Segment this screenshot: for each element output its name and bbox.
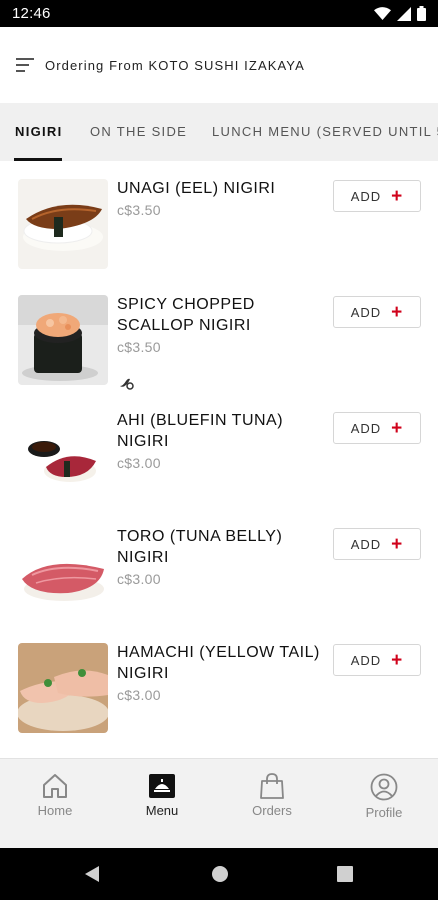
item-image-ahi bbox=[18, 411, 108, 501]
header: Ordering From KOTO SUSHI IZAKAYA bbox=[0, 27, 438, 103]
item-price: c$3.50 bbox=[117, 339, 161, 355]
item-name: UNAGI (EEL) NIGIRI bbox=[117, 180, 276, 197]
spicy-chili-icon bbox=[120, 378, 134, 390]
item-price: c$3.00 bbox=[117, 687, 161, 703]
nav-label: Profile bbox=[365, 805, 403, 820]
recents-icon[interactable] bbox=[337, 866, 353, 882]
item-name: TORO (TUNA BELLY) NIGIRI bbox=[117, 528, 283, 566]
nav-orders[interactable]: Orders bbox=[217, 759, 327, 849]
item-image-toro bbox=[18, 527, 108, 617]
menu-icon bbox=[149, 774, 175, 798]
tab-on-the-side[interactable]: ON THE SIDE bbox=[90, 103, 187, 161]
plus-icon: + bbox=[391, 417, 404, 439]
add-label: ADD bbox=[350, 420, 382, 436]
add-button[interactable]: ADD + bbox=[333, 644, 421, 676]
tab-lunch-menu[interactable]: LUNCH MENU (SERVED UNTIL 5 bbox=[212, 103, 438, 161]
home-circle-icon[interactable] bbox=[211, 865, 229, 883]
status-icons bbox=[374, 6, 426, 21]
add-label: ADD bbox=[350, 304, 382, 320]
item-image-hamachi bbox=[18, 643, 108, 733]
menu-item-list: UNAGI (EEL) NIGIRI c$3.50 ADD + SPICY CH… bbox=[0, 161, 438, 758]
status-time: 12:46 bbox=[12, 5, 51, 22]
plus-icon: + bbox=[391, 649, 404, 671]
bottom-navigation: Home Menu Orders Profile bbox=[0, 758, 438, 848]
item-name: AHI (BLUEFIN TUNA) NIGIRI bbox=[117, 412, 284, 450]
plus-icon: + bbox=[391, 301, 404, 323]
shopping-bag-icon bbox=[260, 773, 284, 799]
system-navigation-bar bbox=[0, 848, 438, 900]
add-label: ADD bbox=[350, 188, 382, 204]
menu-item[interactable]: HAMACHI (YELLOW TAIL) NIGIRI c$3.00 ADD … bbox=[0, 625, 438, 741]
add-button[interactable]: ADD + bbox=[333, 528, 421, 560]
wifi-icon bbox=[374, 7, 391, 20]
item-name: SPICY CHOPPED SCALLOP NIGIRI bbox=[117, 296, 255, 334]
item-image-unagi bbox=[18, 179, 108, 269]
battery-icon bbox=[417, 6, 426, 21]
menu-item[interactable]: UNAGI (EEL) NIGIRI c$3.50 ADD + bbox=[0, 161, 438, 277]
item-price: c$3.00 bbox=[117, 455, 161, 471]
nav-label: Orders bbox=[252, 803, 292, 818]
item-price: c$3.50 bbox=[117, 202, 161, 218]
add-button[interactable]: ADD + bbox=[333, 180, 421, 212]
status-bar: 12:46 bbox=[0, 0, 438, 27]
item-price: c$3.00 bbox=[117, 571, 161, 587]
category-tabs: NIGIRI ON THE SIDE LUNCH MENU (SERVED UN… bbox=[0, 103, 438, 161]
nav-label: Menu bbox=[145, 803, 179, 818]
add-button[interactable]: ADD + bbox=[333, 296, 421, 328]
item-name: HAMACHI (YELLOW TAIL) NIGIRI bbox=[117, 644, 320, 682]
nav-profile[interactable]: Profile bbox=[329, 759, 438, 849]
menu-item[interactable]: TORO (TUNA BELLY) NIGIRI c$3.00 ADD + bbox=[0, 509, 438, 625]
plus-icon: + bbox=[391, 185, 404, 207]
cellular-signal-icon bbox=[397, 6, 411, 21]
add-label: ADD bbox=[350, 536, 382, 552]
add-label: ADD bbox=[350, 652, 382, 668]
add-button[interactable]: ADD + bbox=[333, 412, 421, 444]
back-icon[interactable] bbox=[84, 865, 100, 883]
tab-nigiri[interactable]: NIGIRI bbox=[15, 103, 63, 161]
menu-item[interactable]: SPICY CHOPPED SCALLOP NIGIRI c$3.50 ADD … bbox=[0, 277, 438, 393]
menu-item[interactable]: AHI (BLUEFIN TUNA) NIGIRI c$3.00 ADD + bbox=[0, 393, 438, 509]
header-title: Ordering From KOTO SUSHI IZAKAYA bbox=[45, 57, 305, 73]
home-icon bbox=[43, 774, 67, 798]
profile-icon bbox=[370, 773, 398, 801]
nav-home[interactable]: Home bbox=[0, 759, 110, 849]
nav-label: Home bbox=[37, 803, 73, 818]
item-image-spicy-scallop bbox=[18, 295, 108, 385]
nav-menu[interactable]: Menu bbox=[107, 759, 217, 849]
filter-menu-icon[interactable] bbox=[16, 58, 34, 72]
plus-icon: + bbox=[391, 533, 404, 555]
